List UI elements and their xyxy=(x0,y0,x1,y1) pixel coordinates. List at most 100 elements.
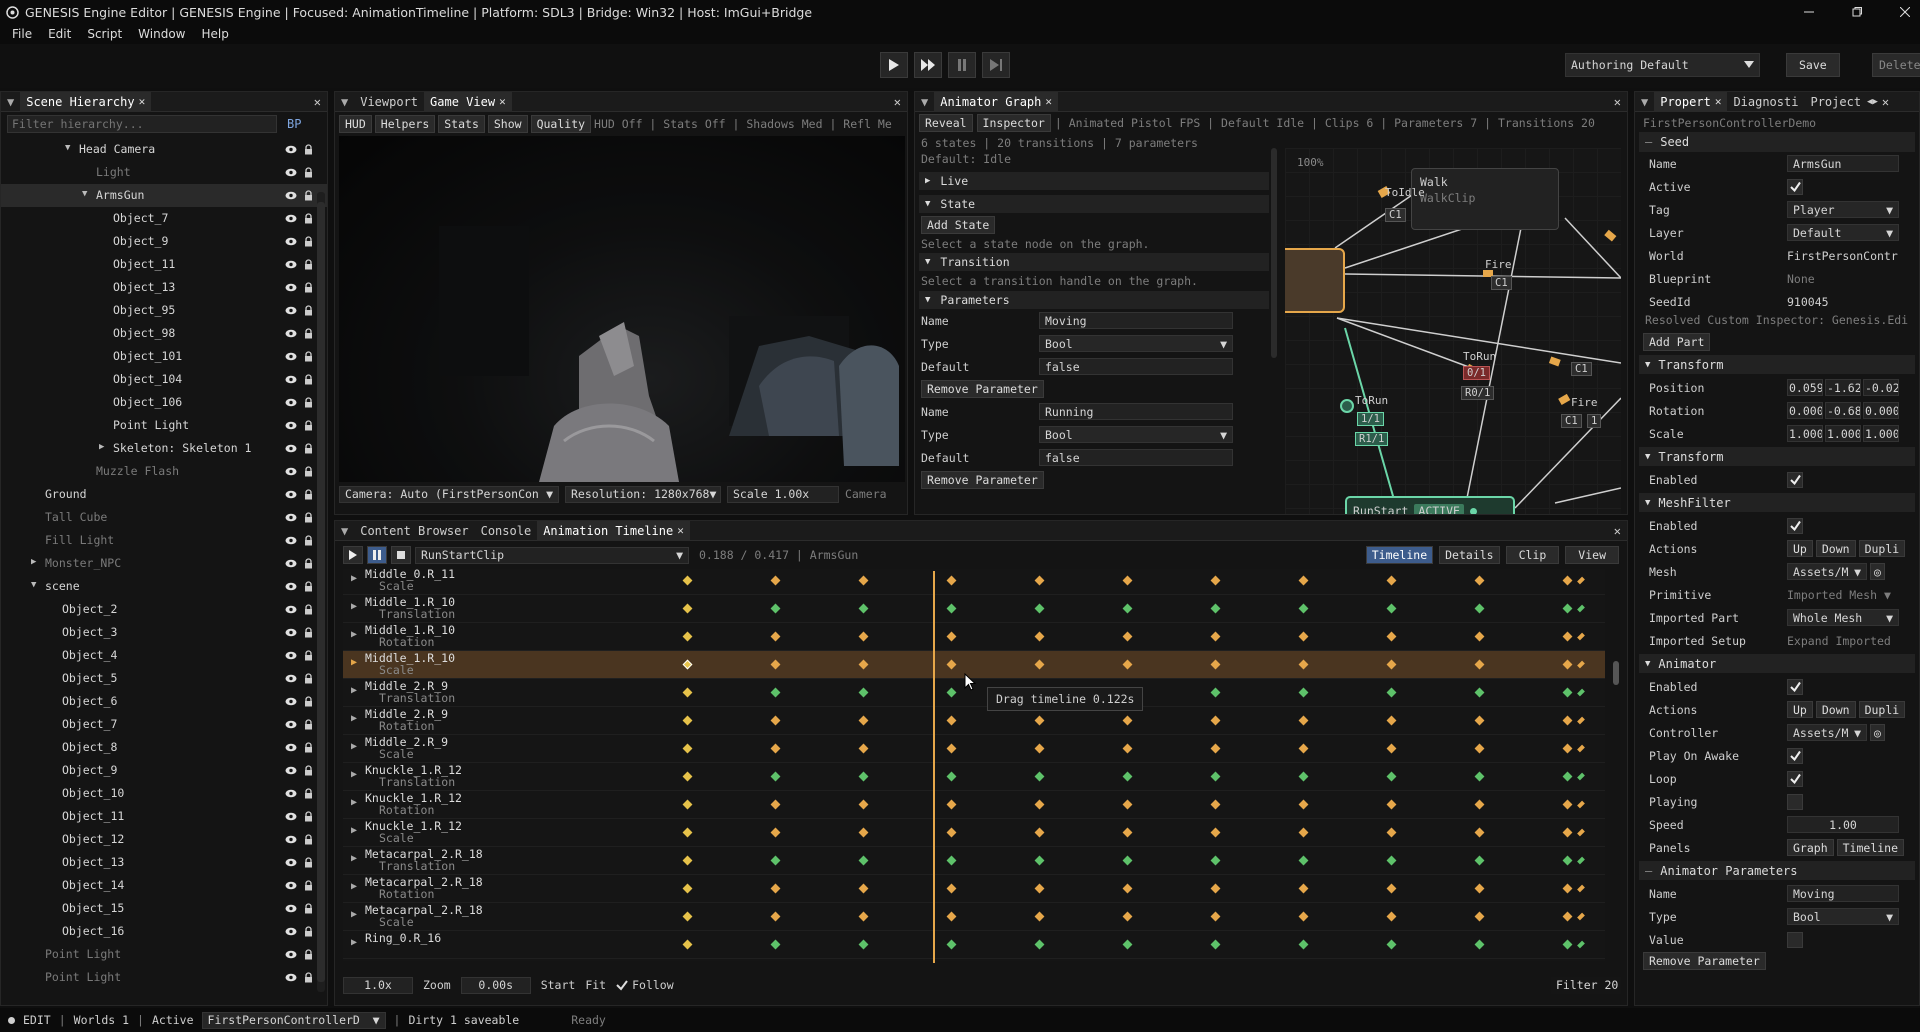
state-node-walk[interactable]: Walk WalkClip xyxy=(1411,168,1559,230)
visibility-eye-icon[interactable] xyxy=(285,812,297,821)
timeline-button[interactable]: Timeline xyxy=(1836,839,1905,856)
param-default-field[interactable]: false xyxy=(1039,449,1233,466)
keyframe[interactable] xyxy=(1474,631,1485,642)
target-icon[interactable]: ◎ xyxy=(1870,563,1885,580)
state-node-runstart[interactable]: RunStart ACTIVE xyxy=(1345,496,1515,514)
keyframe[interactable] xyxy=(858,911,869,922)
lock-icon[interactable] xyxy=(304,650,313,661)
close-icon[interactable] xyxy=(1900,7,1910,17)
keyframe[interactable] xyxy=(1034,603,1045,614)
hierarchy-item[interactable]: Object_106 xyxy=(1,391,327,414)
close-tab-icon[interactable]: ✕ xyxy=(139,95,146,108)
condition-badge-green[interactable]: 1/1 xyxy=(1357,412,1384,426)
keyframe[interactable] xyxy=(1298,939,1309,950)
keyframe[interactable] xyxy=(1562,631,1573,642)
duplicate-button[interactable]: Dupli xyxy=(1858,701,1906,718)
add-state-button[interactable]: Add State xyxy=(921,216,996,234)
close-panel-icon[interactable]: ✕ xyxy=(1882,95,1889,109)
camera-select[interactable]: Camera: Auto (FirstPersonCon ▼ xyxy=(339,485,559,503)
visibility-eye-icon[interactable] xyxy=(285,329,297,338)
lock-icon[interactable] xyxy=(304,374,313,385)
keyframe[interactable] xyxy=(946,855,957,866)
keyframe[interactable] xyxy=(1034,771,1045,782)
hierarchy-item[interactable]: Object_12 xyxy=(1,828,327,851)
keyframe[interactable] xyxy=(1210,771,1221,782)
keyframe[interactable] xyxy=(770,687,781,698)
lock-icon[interactable] xyxy=(304,512,313,523)
visibility-eye-icon[interactable] xyxy=(285,467,297,476)
hierarchy-item[interactable]: Object_95 xyxy=(1,299,327,322)
select-field[interactable]: Bool ▼ xyxy=(1787,908,1899,925)
keyframe[interactable] xyxy=(1577,576,1585,585)
keyframe[interactable] xyxy=(858,575,869,586)
stats-button[interactable]: Stats xyxy=(438,115,485,133)
keyframe[interactable] xyxy=(1562,883,1573,894)
hierarchy-item[interactable]: Object_2 xyxy=(1,598,327,621)
keyframe[interactable] xyxy=(682,687,693,698)
tab-animation-timeline[interactable]: Animation Timeline ✕ xyxy=(537,520,690,541)
keyframe[interactable] xyxy=(946,827,957,838)
tab-animator-graph[interactable]: Animator Graph ✕ xyxy=(934,91,1059,112)
select-field[interactable]: Assets/M ▼ xyxy=(1787,563,1867,580)
keyframe[interactable] xyxy=(1122,659,1133,670)
hierarchy-item[interactable]: Object_7 xyxy=(1,713,327,736)
keyframe[interactable] xyxy=(1474,603,1485,614)
keyframe[interactable] xyxy=(1577,856,1585,865)
visibility-eye-icon[interactable] xyxy=(285,145,297,154)
menu-window[interactable]: Window xyxy=(130,27,193,41)
keyframe[interactable] xyxy=(1034,631,1045,642)
lock-icon[interactable] xyxy=(304,443,313,454)
keyframe[interactable] xyxy=(858,827,869,838)
lock-icon[interactable] xyxy=(304,259,313,270)
expand-arrow-icon[interactable]: ▶ xyxy=(351,741,357,752)
hierarchy-item[interactable]: Object_6 xyxy=(1,690,327,713)
hud-button[interactable]: HUD xyxy=(339,115,372,133)
keyframe[interactable] xyxy=(1298,631,1309,642)
lock-icon[interactable] xyxy=(304,558,313,569)
timeline-scrollbar[interactable] xyxy=(1613,661,1619,685)
live-section[interactable]: ▶ Live xyxy=(919,172,1269,190)
expand-arrow-icon[interactable]: ▶ xyxy=(351,713,357,724)
keyframe[interactable] xyxy=(858,659,869,670)
section-header[interactable]: — Animator Parameters xyxy=(1639,861,1915,880)
tab-diagnostics[interactable]: Diagnosti xyxy=(1727,92,1804,112)
condition-badge-green[interactable]: R1/1 xyxy=(1355,432,1389,446)
down-button[interactable]: Down xyxy=(1815,701,1856,718)
visibility-eye-icon[interactable] xyxy=(285,168,297,177)
value-field[interactable]: ArmsGun xyxy=(1787,155,1899,172)
keyframe[interactable] xyxy=(858,631,869,642)
keyframe[interactable] xyxy=(770,575,781,586)
animator-graph-canvas[interactable]: 100% Walk WalkClip RunStart ACTIVE ToIdl… xyxy=(1285,148,1621,514)
down-button[interactable]: Down xyxy=(1815,540,1856,557)
keyframe[interactable] xyxy=(1034,715,1045,726)
hierarchy-item[interactable]: Light xyxy=(1,161,327,184)
lock-icon[interactable] xyxy=(304,397,313,408)
keyframe[interactable] xyxy=(1577,632,1585,641)
timeline-tracks[interactable]: ▶ Middle_0.R_11 Scale ▶ Middle_1.R_10 Transla… xyxy=(343,569,1605,961)
visibility-eye-icon[interactable] xyxy=(285,260,297,269)
timeline-track-row[interactable]: ▶ Knuckle_1.R_12 Scale xyxy=(343,819,1605,847)
keyframe[interactable] xyxy=(946,939,957,950)
hierarchy-item[interactable]: Object_9 xyxy=(1,759,327,782)
hierarchy-item[interactable]: Object_4 xyxy=(1,644,327,667)
expand-arrow-icon[interactable]: ▶ xyxy=(351,881,357,892)
keyframe[interactable] xyxy=(946,799,957,810)
hierarchy-item[interactable]: Muzzle Flash xyxy=(1,460,327,483)
vector-z-field[interactable]: 1.000 xyxy=(1863,425,1899,442)
expand-arrow-icon[interactable]: ▶ xyxy=(351,797,357,808)
keyframe[interactable] xyxy=(1298,827,1309,838)
keyframe[interactable] xyxy=(1122,715,1133,726)
lock-icon[interactable] xyxy=(304,144,313,155)
keyframe[interactable] xyxy=(682,659,693,670)
expand-arrow-icon[interactable]: ▶ xyxy=(351,685,357,696)
lock-icon[interactable] xyxy=(304,581,313,592)
keyframe[interactable] xyxy=(1210,575,1221,586)
keyframe[interactable] xyxy=(1122,603,1133,614)
view-tab-clip[interactable]: Clip xyxy=(1505,546,1560,564)
duplicate-button[interactable]: Dupli xyxy=(1858,540,1906,557)
hierarchy-item[interactable]: Object_3 xyxy=(1,621,327,644)
minimize-icon[interactable] xyxy=(1804,7,1814,17)
keyframe[interactable] xyxy=(1210,631,1221,642)
keyframe[interactable] xyxy=(946,575,957,586)
hierarchy-item[interactable]: ▼ Head Camera xyxy=(1,138,327,161)
